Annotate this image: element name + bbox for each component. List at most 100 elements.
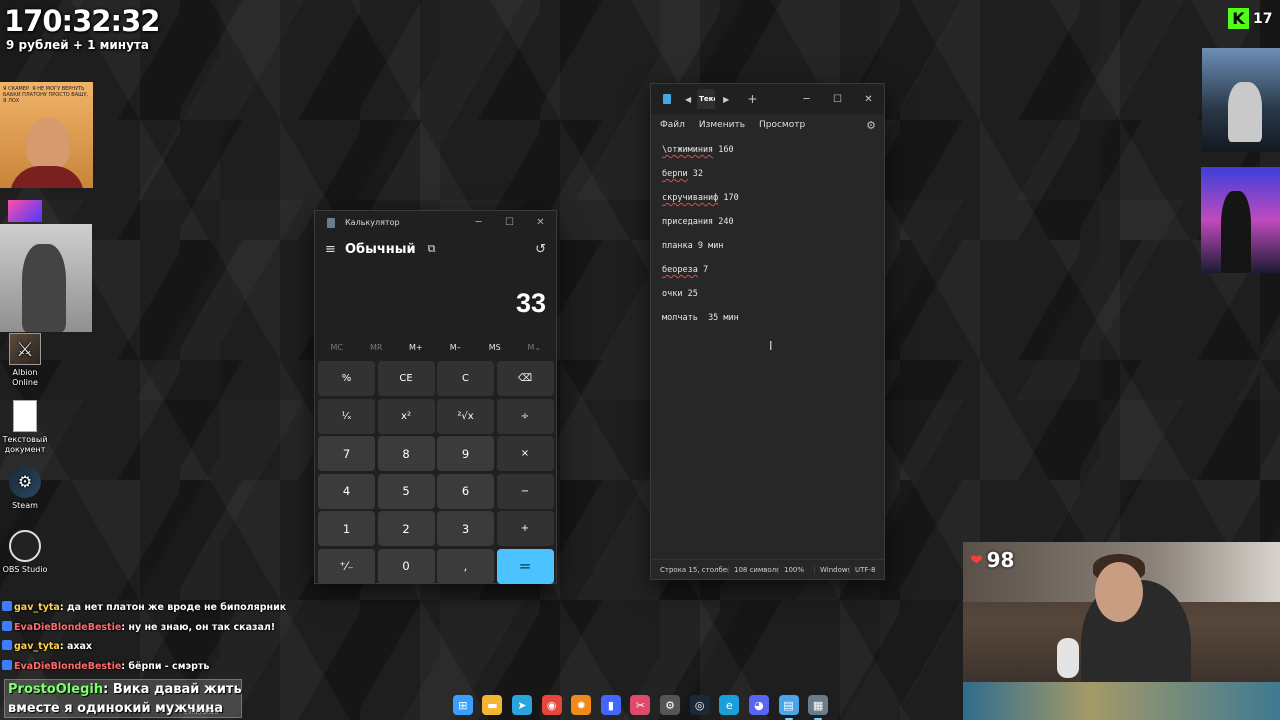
start-button[interactable]: ⊞ (452, 695, 473, 715)
chat-username: gav_tyta (14, 602, 60, 613)
text-value: 25 (682, 289, 698, 299)
steam-icon: ⚙ (9, 466, 41, 498)
desktop-icon-albion[interactable]: ⚔ Albion Online (0, 333, 50, 388)
menu-file[interactable]: Файл (660, 120, 685, 130)
notepad-tab[interactable]: Текстовый документ (697, 89, 716, 109)
chat-badge-icon (2, 640, 12, 650)
text-line: берпи 32 (662, 167, 873, 191)
clear-entry-button[interactable]: CE (377, 361, 435, 396)
keypad: % CE C ⌫ ¹⁄ₓ x² ²√x ÷ 7 8 9 × 4 5 6 − 1 … (315, 360, 556, 585)
multiply-button[interactable]: × (496, 436, 554, 471)
party-photo-overlay (1201, 167, 1280, 273)
text-line: планка 9 мин (662, 239, 873, 263)
memory-clear-button[interactable]: MC (318, 343, 356, 352)
memory-row: MC MR M+ M– MS M⌄ (315, 334, 556, 360)
digit-3-button[interactable]: 3 (437, 511, 494, 546)
text-word: берпи (662, 169, 688, 179)
backspace-button[interactable]: ⌫ (496, 361, 554, 396)
tab-scroll-left-icon[interactable]: ◀ (685, 95, 691, 104)
telegram-button[interactable]: ➤ (512, 695, 533, 715)
file-explorer-button[interactable]: ▬ (482, 695, 503, 715)
add-button[interactable]: + (496, 511, 554, 546)
negate-button[interactable]: ⁺⁄₋ (318, 548, 375, 584)
history-icon[interactable]: ↺ (535, 242, 546, 257)
menu-edit[interactable]: Изменить (699, 120, 745, 130)
text-value: 35 мин (697, 313, 739, 323)
text-line: беореза 7 (662, 263, 873, 287)
calculator-button[interactable]: ▦ (808, 695, 829, 720)
digit-7-button[interactable]: 7 (318, 436, 375, 471)
maximize-icon[interactable]: ☐ (494, 217, 525, 228)
close-icon[interactable]: ✕ (525, 217, 556, 228)
settings-gear-icon[interactable]: ⚙ (866, 119, 876, 132)
digit-2-button[interactable]: 2 (377, 511, 435, 546)
digit-5-button[interactable]: 5 (377, 473, 435, 509)
notepad-window[interactable]: ◀ Текстовый документ ▶ + ─ ☐ ✕ Файл Изме… (650, 83, 885, 580)
text-word: беореза (662, 265, 698, 275)
digit-9-button[interactable]: 9 (437, 436, 494, 471)
minimize-icon[interactable]: ─ (791, 94, 822, 105)
minimize-icon[interactable]: ─ (463, 217, 494, 228)
notepad-statusbar: Строка 15, столбец 1 108 символов 100% W… (651, 559, 884, 579)
albion-icon: ⚔ (9, 333, 41, 365)
notepad-text-area[interactable]: \отжиминия 160 берпи 32 скручиваниф 170 … (651, 136, 884, 559)
discord-button[interactable]: ◕ (748, 695, 769, 715)
chrome-button[interactable]: ◉ (541, 695, 562, 715)
chat-text: ахах (66, 641, 93, 652)
text-value: 7 (697, 265, 709, 275)
memory-recall-button[interactable]: MR (357, 343, 395, 352)
calculator-titlebar[interactable]: Калькулятор ─ ☐ ✕ (315, 211, 556, 234)
equals-button[interactable]: = (496, 548, 554, 584)
menu-view[interactable]: Просмотр (759, 120, 805, 130)
meme-face (26, 118, 70, 170)
percent-button[interactable]: % (318, 361, 375, 396)
calculator-window[interactable]: Калькулятор ─ ☐ ✕ ≡ Обычный ⧉ ↺ 33 MC MR… (314, 210, 557, 584)
tab-scroll-right-icon[interactable]: ▶ (723, 95, 729, 104)
divide-button[interactable]: ÷ (496, 398, 554, 434)
donation-rate: 9 рублей + 1 минута (6, 38, 149, 52)
steam-button[interactable]: ◎ (689, 695, 710, 715)
desktop-icon-text-document[interactable]: Текстовый документ (0, 400, 50, 455)
snipping-button[interactable]: ✂ (630, 695, 651, 715)
subtract-button[interactable]: − (496, 473, 554, 509)
memory-subtract-button[interactable]: M– (436, 343, 474, 352)
edge-button[interactable]: e (719, 695, 740, 715)
settings-button[interactable]: ⚙ (660, 695, 681, 715)
bw-photo-overlay (0, 224, 92, 332)
heart-rate-value: 98 (986, 548, 1015, 572)
memory-store-button[interactable]: MS (476, 343, 514, 352)
desktop-icon-steam[interactable]: ⚙ Steam (0, 466, 50, 511)
text-word: планка (662, 241, 693, 251)
square-root-button[interactable]: ²√x (437, 398, 494, 434)
chat-highlight-line1: Вика давай жить (112, 682, 242, 697)
new-tab-icon[interactable]: + (747, 92, 757, 106)
digit-1-button[interactable]: 1 (318, 511, 375, 546)
hamburger-menu-icon[interactable]: ≡ (325, 242, 345, 257)
memory-list-button[interactable]: M⌄ (515, 343, 553, 352)
chart-app-button[interactable]: ▮ (600, 695, 621, 715)
reciprocal-button[interactable]: ¹⁄ₓ (318, 398, 375, 434)
status-line-ending[interactable]: Windows (CRLF) (815, 565, 850, 574)
maximize-icon[interactable]: ☐ (822, 94, 853, 105)
digit-0-button[interactable]: 0 (377, 548, 435, 584)
stream-timer: 170:32:32 (4, 4, 160, 38)
desktop-icon-obs[interactable]: OBS Studio (0, 530, 50, 575)
status-zoom[interactable]: 100% (779, 565, 815, 574)
digit-8-button[interactable]: 8 (377, 436, 435, 471)
close-icon[interactable]: ✕ (853, 94, 884, 105)
decimal-button[interactable]: , (437, 548, 494, 584)
chat-badge-icon (2, 659, 12, 670)
notepad-button[interactable]: ▤ (778, 695, 799, 720)
app-button[interactable]: ✹ (571, 695, 592, 715)
calculator-app-icon (327, 217, 335, 228)
digit-6-button[interactable]: 6 (437, 473, 494, 509)
status-encoding[interactable]: UTF-8 (850, 566, 880, 574)
kick-logo: K (1228, 8, 1249, 29)
keep-on-top-icon[interactable]: ⧉ (428, 242, 436, 256)
notepad-titlebar[interactable]: ◀ Текстовый документ ▶ + ─ ☐ ✕ (651, 84, 884, 114)
memory-add-button[interactable]: M+ (397, 343, 435, 352)
clear-button[interactable]: C (437, 361, 494, 396)
car-photo-overlay (1202, 48, 1280, 152)
digit-4-button[interactable]: 4 (318, 473, 375, 509)
square-button[interactable]: x² (377, 398, 435, 434)
